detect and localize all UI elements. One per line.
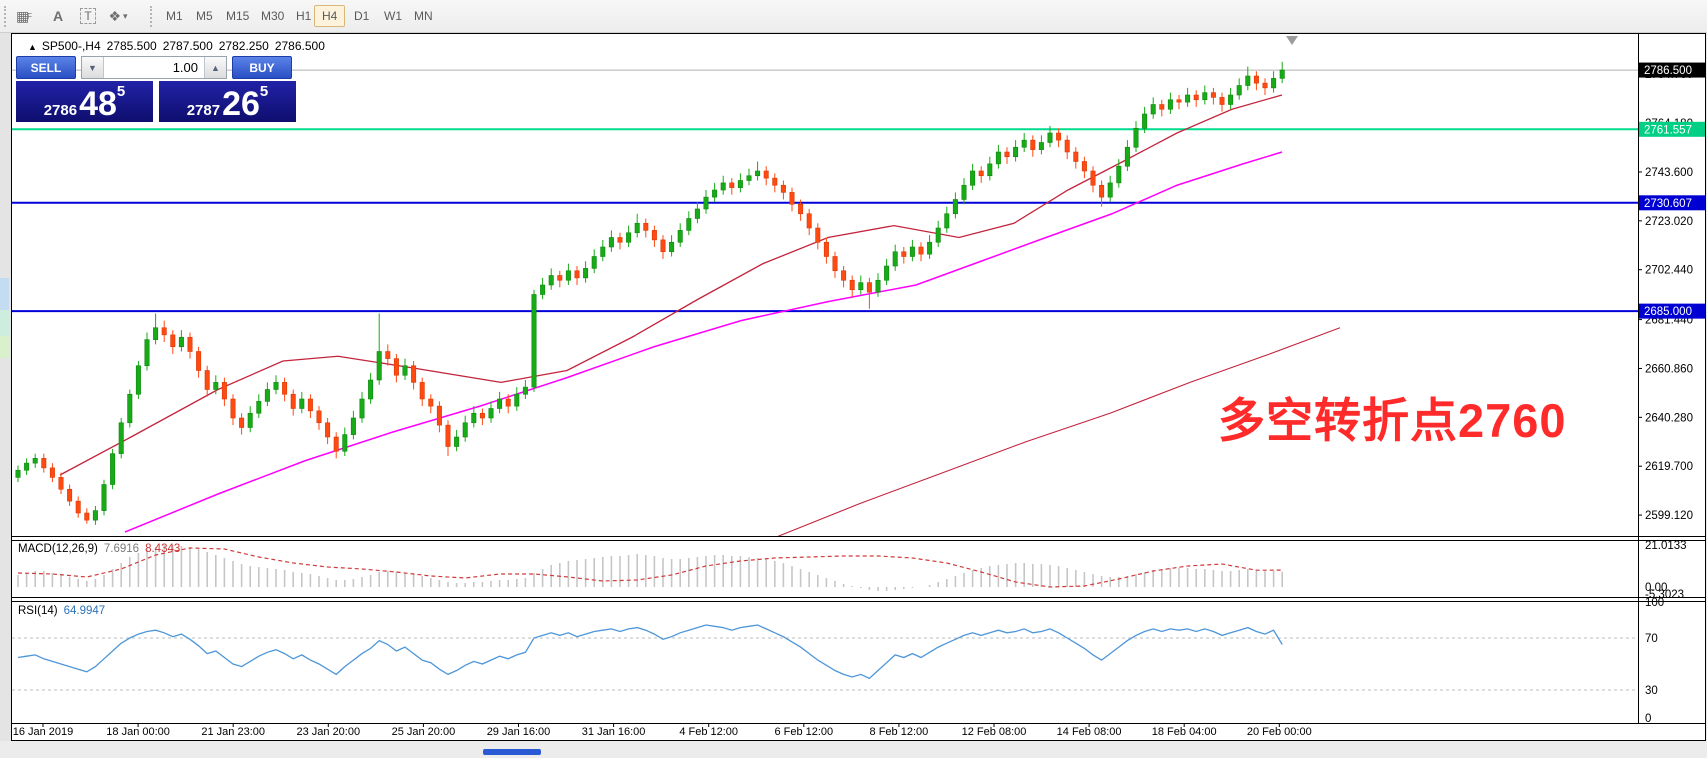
- svg-text:30: 30: [1645, 685, 1658, 697]
- time-axis-label: 16 Jan 2019: [13, 726, 74, 738]
- buy-price-panel[interactable]: 2787265: [159, 81, 296, 122]
- macd-title: MACD(12,26,9): [18, 543, 98, 555]
- ohlc-low: 2782.250: [219, 39, 269, 53]
- svg-text:2730.607: 2730.607: [1644, 198, 1692, 210]
- time-axis-label: 14 Feb 08:00: [1057, 726, 1122, 738]
- symbol-arrow-icon: ▲: [28, 42, 37, 52]
- svg-text:0: 0: [1645, 713, 1651, 725]
- one-click-trading-panel: SELL ▼ ▲ BUY 2786485 2787265: [16, 56, 300, 122]
- rsi-title: RSI(14): [18, 605, 58, 617]
- svg-text:2660.860: 2660.860: [1645, 363, 1693, 375]
- time-axis-label: 18 Feb 04:00: [1152, 726, 1217, 738]
- svg-text:2743.600: 2743.600: [1645, 167, 1693, 179]
- svg-text:70: 70: [1645, 633, 1658, 645]
- sell-price-panel[interactable]: 2786485: [16, 81, 153, 122]
- svg-text:2619.700: 2619.700: [1645, 461, 1693, 473]
- trade-row-top: SELL ▼ ▲ BUY: [16, 56, 300, 79]
- ohlc-open: 2785.500: [107, 39, 157, 53]
- macd-value-signal: 8.4343: [145, 543, 180, 555]
- volume-box: ▼ ▲: [81, 56, 227, 79]
- chart-header: ▲ SP500-,H4 2785.500 2787.500 2782.250 2786.5…: [28, 39, 331, 53]
- buy-price-prefix: 2787: [187, 102, 220, 119]
- sell-price-sup: 5: [117, 83, 125, 100]
- ohlc-close: 2786.500: [275, 39, 325, 53]
- sell-price-big: 48: [79, 89, 117, 119]
- svg-text:2702.440: 2702.440: [1645, 265, 1693, 277]
- time-axis-label: 31 Jan 16:00: [582, 726, 646, 738]
- ohlc-high: 2787.500: [163, 39, 213, 53]
- sell-price-prefix: 2786: [44, 102, 77, 119]
- volume-input[interactable]: [104, 57, 204, 78]
- bottom-blue-fragment: [483, 749, 541, 755]
- time-axis[interactable]: 16 Jan 2019 18 Jan 00:00 21 Jan 23:00 23 Ja…: [12, 724, 1638, 740]
- rsi-pane-title: RSI(14) 64.9947: [18, 605, 105, 617]
- time-axis-label: 25 Jan 20:00: [392, 726, 456, 738]
- trade-row-prices: 2786485 2787265: [16, 81, 300, 122]
- time-axis-label: 29 Jan 16:00: [487, 726, 551, 738]
- sell-button[interactable]: SELL: [16, 56, 76, 79]
- time-axis-label: 21 Jan 23:00: [201, 726, 265, 738]
- time-axis-label: 8 Feb 12:00: [870, 726, 929, 738]
- price-annotation: 多空转折点2760: [1218, 382, 1567, 451]
- svg-text:2599.120: 2599.120: [1645, 510, 1693, 522]
- time-axis-label: 20 Feb 00:00: [1247, 726, 1312, 738]
- svg-text:2786.500: 2786.500: [1644, 65, 1692, 77]
- macd-value-main: 7.6916: [104, 543, 139, 555]
- svg-text:100: 100: [1645, 597, 1664, 609]
- macd-pane-title: MACD(12,26,9) 7.6916 8.4343: [18, 543, 180, 555]
- svg-text:2685.000: 2685.000: [1644, 306, 1692, 318]
- time-axis-label: 23 Jan 20:00: [296, 726, 360, 738]
- time-axis-label: 4 Feb 12:00: [679, 726, 738, 738]
- svg-text:2761.557: 2761.557: [1644, 124, 1692, 136]
- symbol-name: SP500-,H4: [42, 39, 101, 53]
- time-axis-label: 6 Feb 12:00: [774, 726, 833, 738]
- volume-decrease-icon[interactable]: ▼: [82, 57, 104, 78]
- buy-price-sup: 5: [260, 83, 268, 100]
- time-axis-label: 12 Feb 08:00: [962, 726, 1027, 738]
- bottom-strip: [0, 741, 1707, 758]
- svg-text:2640.280: 2640.280: [1645, 412, 1693, 424]
- buy-price-big: 26: [222, 89, 260, 119]
- svg-text:2723.020: 2723.020: [1645, 216, 1693, 228]
- volume-increase-icon[interactable]: ▲: [204, 57, 226, 78]
- buy-button[interactable]: BUY: [232, 56, 292, 79]
- svg-text:21.0133: 21.0133: [1645, 540, 1687, 552]
- mt4-window: ▦F A T ❖ ▾ M1 M5 M15 M30 H1 H4 D1 W1 MN …: [0, 0, 1707, 758]
- rsi-value: 64.9947: [64, 605, 106, 617]
- time-axis-label: 18 Jan 00:00: [106, 726, 170, 738]
